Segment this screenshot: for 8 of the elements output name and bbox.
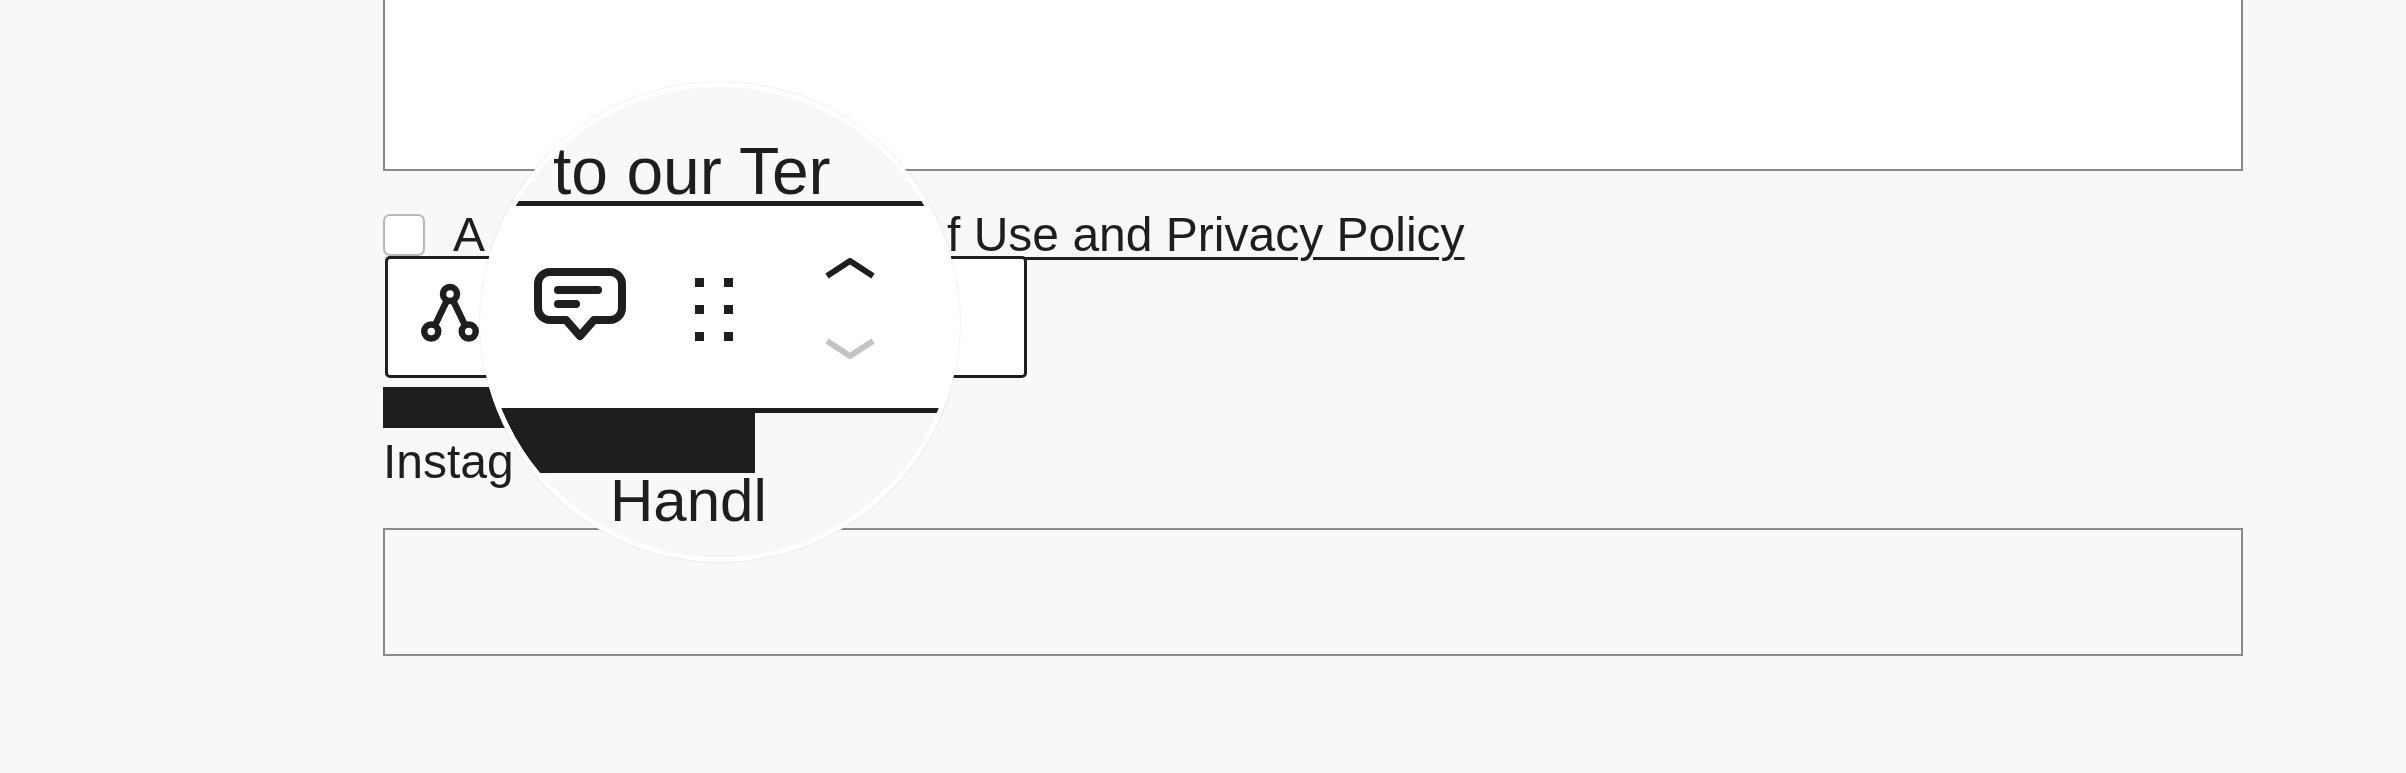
consent-label: A [453,207,485,263]
input-field[interactable] [383,528,2243,656]
chevron-up-icon[interactable] [824,258,876,280]
checkbox[interactable] [383,214,425,256]
drag-handle-icon[interactable] [695,278,733,341]
magnified-text: to our Ter [553,133,831,209]
field-label: Instag [383,434,514,490]
magnified-text: Handl [610,471,767,531]
